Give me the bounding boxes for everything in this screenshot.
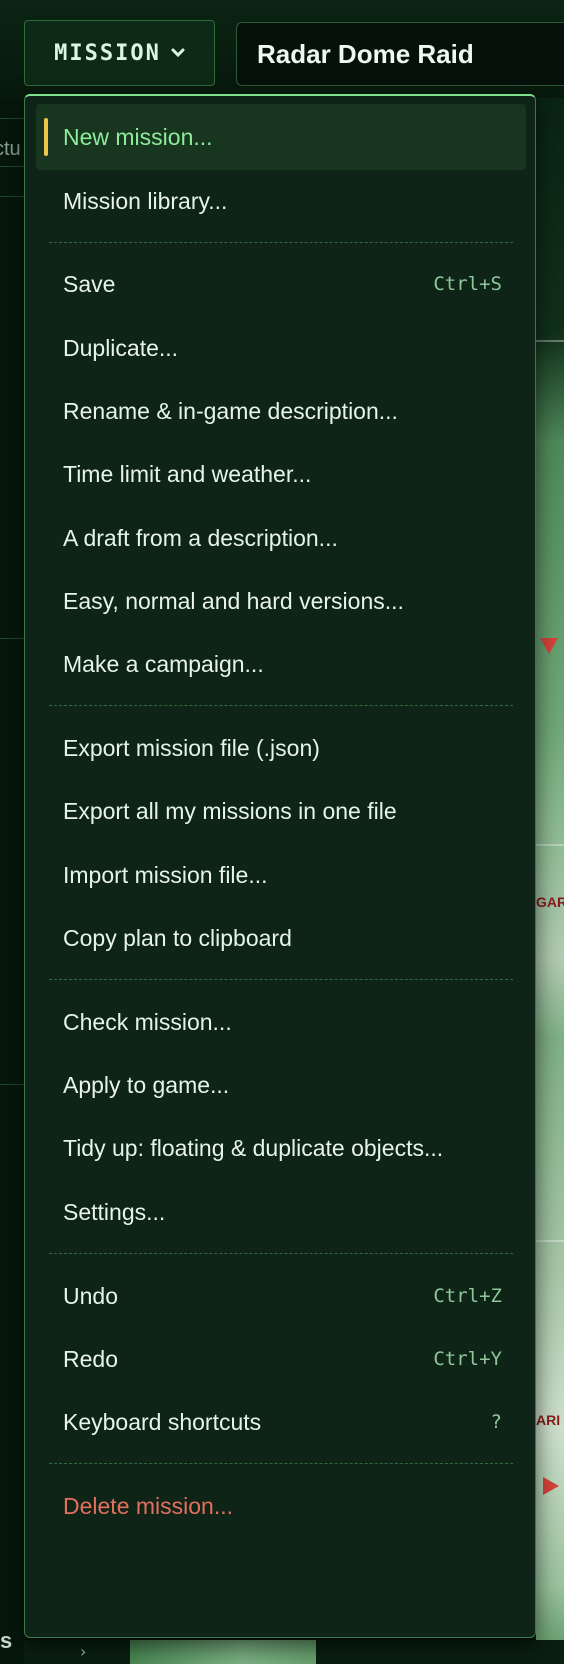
left-bottom-label: s xyxy=(0,1628,13,1653)
shortcut-save: Ctrl+S xyxy=(433,273,502,295)
menu-item-duplicate[interactable]: Duplicate... xyxy=(36,315,526,381)
menu-item-import-mission[interactable]: Import mission file... xyxy=(36,842,526,908)
menu-item-new-mission[interactable]: New mission... xyxy=(36,104,526,170)
map-canvas-edge[interactable]: GAR ARI xyxy=(536,98,564,1664)
menu-item-undo[interactable]: Undo Ctrl+Z xyxy=(36,1263,526,1329)
menu-item-export-mission[interactable]: Export mission file (.json) xyxy=(36,715,526,781)
menu-item-time-weather[interactable]: Time limit and weather... xyxy=(36,441,526,507)
menu-item-make-campaign[interactable]: Make a campaign... xyxy=(36,631,526,697)
map-marker-icon xyxy=(540,638,558,654)
map-tag-1: GAR xyxy=(536,894,564,910)
menu-item-apply-to-game[interactable]: Apply to game... xyxy=(36,1052,526,1118)
top-toolbar: MISSION Radar Dome Raid xyxy=(0,0,564,98)
mission-title-text: Radar Dome Raid xyxy=(257,38,474,69)
active-marker xyxy=(44,118,48,156)
menu-item-check-mission[interactable]: Check mission... xyxy=(36,989,526,1055)
menu-item-mission-library[interactable]: Mission library... xyxy=(36,168,526,234)
menu-item-save[interactable]: Save Ctrl+S xyxy=(36,251,526,317)
mission-dropdown-menu: New mission... Mission library... Save C… xyxy=(24,94,536,1638)
menu-item-copy-plan[interactable]: Copy plan to clipboard xyxy=(36,905,526,971)
menu-item-keyboard-shortcuts[interactable]: Keyboard shortcuts ? xyxy=(36,1389,526,1455)
menu-separator xyxy=(49,979,513,980)
left-side-panel: ctu s xyxy=(0,98,24,1664)
menu-item-delete-mission[interactable]: Delete mission... xyxy=(36,1473,526,1539)
shortcut-undo: Ctrl+Z xyxy=(433,1285,502,1307)
menu-separator xyxy=(49,1463,513,1464)
menu-item-difficulty-versions[interactable]: Easy, normal and hard versions... xyxy=(36,568,526,634)
menu-item-settings[interactable]: Settings... xyxy=(36,1179,526,1245)
menu-separator xyxy=(49,705,513,706)
chevron-down-icon xyxy=(171,48,185,58)
bottom-strip: › xyxy=(24,1640,564,1664)
menu-item-rename[interactable]: Rename & in-game description... xyxy=(36,378,526,444)
map-marker-icon xyxy=(543,1477,559,1495)
shortcut-redo: Ctrl+Y xyxy=(433,1348,502,1370)
map-tag-2: ARI xyxy=(536,1412,561,1428)
mission-menu-label: MISSION xyxy=(54,40,161,66)
shortcut-help: ? xyxy=(490,1411,502,1433)
mission-menu-button[interactable]: MISSION xyxy=(24,20,215,86)
menu-separator xyxy=(49,242,513,243)
left-panel-fragment: ctu xyxy=(0,138,21,160)
chevron-right-icon[interactable]: › xyxy=(80,1642,86,1661)
menu-item-draft-from-description[interactable]: A draft from a description... xyxy=(36,505,526,571)
menu-item-redo[interactable]: Redo Ctrl+Y xyxy=(36,1326,526,1392)
mission-title-field[interactable]: Radar Dome Raid xyxy=(236,22,564,86)
menu-separator xyxy=(49,1253,513,1254)
menu-item-export-all[interactable]: Export all my missions in one file xyxy=(36,778,526,844)
menu-item-tidy-up[interactable]: Tidy up: floating & duplicate objects... xyxy=(36,1115,526,1181)
